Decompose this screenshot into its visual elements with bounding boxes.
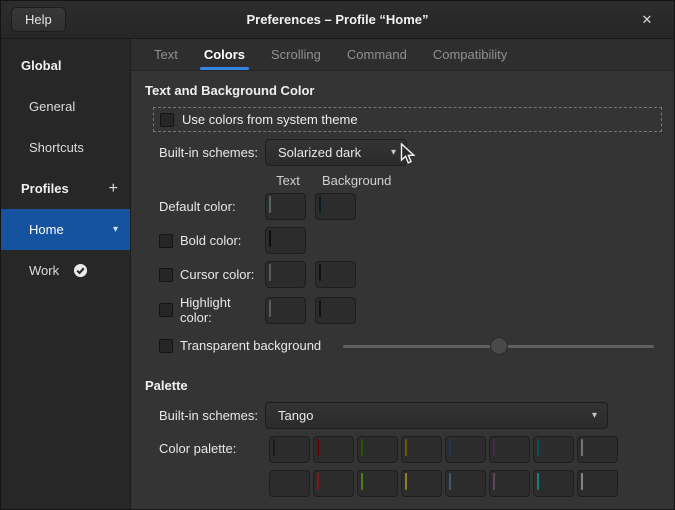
builtin-schemes-label: Built-in schemes: bbox=[159, 145, 265, 160]
palette-swatch-14[interactable] bbox=[533, 470, 574, 497]
cursor-color-checkbox[interactable] bbox=[159, 268, 173, 282]
default-text-color-swatch[interactable] bbox=[265, 193, 306, 220]
default-background-color-swatch[interactable] bbox=[315, 193, 356, 220]
highlight-color-checkbox[interactable] bbox=[159, 303, 173, 317]
tab-command[interactable]: Command bbox=[334, 39, 420, 70]
bold-color-swatch[interactable] bbox=[265, 227, 306, 254]
titlebar: Help Preferences – Profile “Home” ✕ bbox=[1, 1, 674, 39]
tab-scrolling[interactable]: Scrolling bbox=[258, 39, 334, 70]
default-color-label: Default color: bbox=[159, 199, 265, 214]
use-system-theme-label: Use colors from system theme bbox=[182, 112, 358, 127]
palette-swatch-12[interactable] bbox=[445, 470, 486, 497]
section-title-palette: Palette bbox=[145, 378, 662, 393]
swatch-column-headers: Text Background bbox=[265, 173, 662, 188]
tab-bar: Text Colors Scrolling Command Compatibil… bbox=[131, 39, 674, 71]
palette-swatch-2[interactable] bbox=[357, 436, 398, 463]
add-profile-icon[interactable]: + bbox=[109, 180, 118, 198]
default-profile-check-icon bbox=[73, 263, 88, 278]
palette-swatch-0[interactable] bbox=[269, 436, 310, 463]
transparent-background-label: Transparent background bbox=[180, 338, 321, 353]
profile-menu-chevron-icon[interactable]: ▾ bbox=[113, 224, 118, 235]
bold-color-label: Bold color: bbox=[180, 233, 241, 248]
column-header-background: Background bbox=[322, 173, 391, 188]
cursor-background-color-swatch[interactable] bbox=[315, 261, 356, 288]
palette-builtin-schemes-label: Built-in schemes: bbox=[159, 408, 265, 423]
cursor-text-color-swatch[interactable] bbox=[265, 261, 306, 288]
sidebar-header-profiles: Profiles + bbox=[1, 168, 130, 209]
color-palette-label: Color palette: bbox=[159, 436, 265, 456]
sidebar-header-global: Global bbox=[1, 45, 130, 86]
palette-swatch-7[interactable] bbox=[577, 436, 618, 463]
text-bg-scheme-dropdown[interactable]: Solarized dark ▾ bbox=[265, 139, 407, 166]
palette-scheme-dropdown[interactable]: Tango ▾ bbox=[265, 402, 608, 429]
chevron-down-icon: ▾ bbox=[373, 147, 396, 158]
palette-swatch-3[interactable] bbox=[401, 436, 442, 463]
tab-text[interactable]: Text bbox=[141, 39, 191, 70]
chevron-down-icon: ▾ bbox=[574, 410, 597, 421]
section-title-text-bg: Text and Background Color bbox=[145, 83, 662, 98]
sidebar-item-shortcuts[interactable]: Shortcuts bbox=[1, 127, 130, 168]
close-icon[interactable]: ✕ bbox=[636, 9, 658, 31]
window-title: Preferences – Profile “Home” bbox=[246, 12, 428, 27]
transparency-slider[interactable] bbox=[343, 337, 654, 355]
colors-panel: Text and Background Color Use colors fro… bbox=[131, 71, 674, 510]
highlight-color-label: Highlight color: bbox=[180, 295, 265, 325]
use-system-theme-row[interactable]: Use colors from system theme bbox=[153, 107, 662, 132]
use-system-theme-checkbox[interactable] bbox=[160, 113, 174, 127]
sidebar-item-general[interactable]: General bbox=[1, 86, 130, 127]
tab-compatibility[interactable]: Compatibility bbox=[420, 39, 520, 70]
text-bg-scheme-value: Solarized dark bbox=[278, 145, 361, 160]
transparency-slider-handle[interactable] bbox=[490, 337, 508, 355]
palette-swatch-6[interactable] bbox=[533, 436, 574, 463]
column-header-text: Text bbox=[265, 173, 311, 188]
palette-swatch-5[interactable] bbox=[489, 436, 530, 463]
help-button[interactable]: Help bbox=[11, 7, 66, 32]
palette-swatch-11[interactable] bbox=[401, 470, 442, 497]
color-palette-grid bbox=[269, 436, 618, 497]
sidebar-item-home[interactable]: Home ▾ bbox=[1, 209, 130, 250]
main-content: Text Colors Scrolling Command Compatibil… bbox=[131, 39, 674, 509]
tab-colors[interactable]: Colors bbox=[191, 39, 258, 70]
palette-swatch-10[interactable] bbox=[357, 470, 398, 497]
preferences-window: Help Preferences – Profile “Home” ✕ Glob… bbox=[0, 0, 675, 510]
transparent-background-checkbox[interactable] bbox=[159, 339, 173, 353]
palette-swatch-13[interactable] bbox=[489, 470, 530, 497]
cursor-color-label: Cursor color: bbox=[180, 267, 254, 282]
bold-color-checkbox[interactable] bbox=[159, 234, 173, 248]
sidebar-item-work[interactable]: Work bbox=[1, 250, 130, 291]
highlight-text-color-swatch[interactable] bbox=[265, 297, 306, 324]
palette-swatch-15[interactable] bbox=[577, 470, 618, 497]
palette-swatch-8[interactable] bbox=[269, 470, 310, 497]
palette-swatch-1[interactable] bbox=[313, 436, 354, 463]
sidebar: Global General Shortcuts Profiles + Home… bbox=[1, 39, 131, 509]
highlight-background-color-swatch[interactable] bbox=[315, 297, 356, 324]
palette-swatch-4[interactable] bbox=[445, 436, 486, 463]
palette-swatch-9[interactable] bbox=[313, 470, 354, 497]
palette-scheme-value: Tango bbox=[278, 408, 313, 423]
